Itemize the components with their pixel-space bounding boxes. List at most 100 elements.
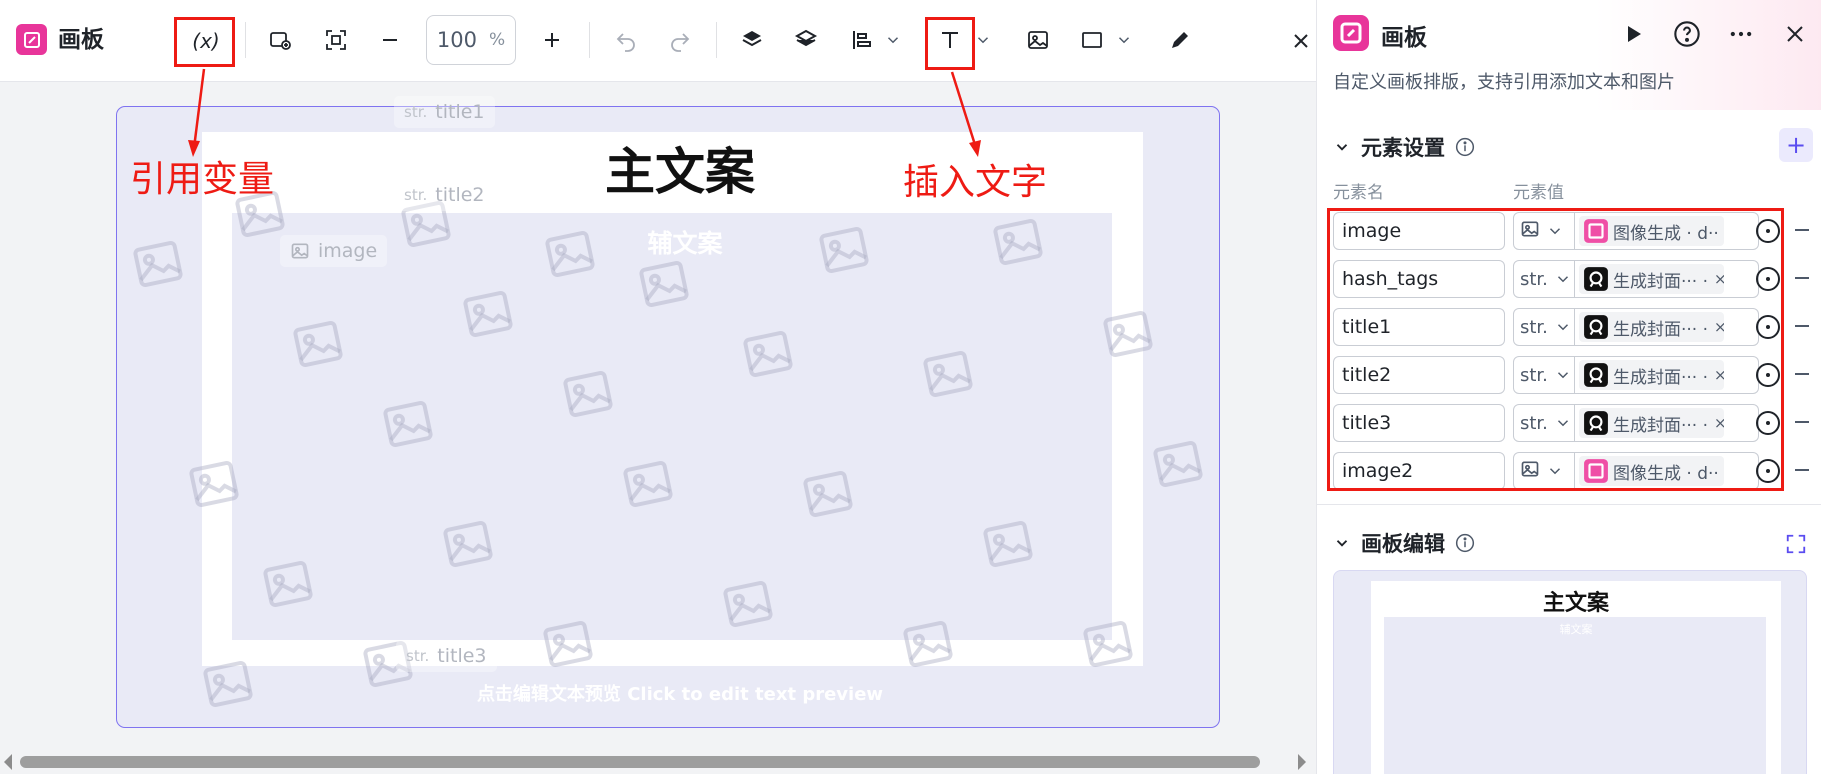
image-placeholder-icon bbox=[130, 240, 186, 288]
more-icon[interactable] bbox=[1727, 20, 1755, 48]
undo-icon[interactable] bbox=[614, 28, 638, 52]
main-copy-text[interactable]: 主文案 bbox=[490, 142, 870, 202]
divider bbox=[1317, 504, 1821, 505]
divider bbox=[589, 22, 590, 58]
image-placeholder-icon bbox=[636, 260, 692, 308]
remove-element-button[interactable] bbox=[1795, 373, 1809, 375]
image-placeholder-icon bbox=[200, 660, 256, 708]
section-title: 画板编辑 bbox=[1361, 532, 1445, 556]
sub-copy-text[interactable]: 辅文案 bbox=[560, 224, 810, 260]
remove-element-button[interactable] bbox=[1795, 421, 1809, 423]
type-label: str. bbox=[406, 647, 430, 665]
image-placeholder-icon bbox=[900, 620, 956, 668]
tag-name: image bbox=[318, 240, 378, 262]
variable-tag-image[interactable]: image bbox=[280, 235, 388, 267]
canvas-editor: 画板 (x) 100 % 主文案 辅文案 str. title1 str. ti… bbox=[0, 0, 1316, 774]
image-placeholder-icon bbox=[800, 470, 856, 518]
chevron-down-icon[interactable] bbox=[884, 30, 902, 50]
element-settings-header[interactable]: 元素设置 bbox=[1333, 132, 1475, 162]
canvas-edit-header[interactable]: 画板编辑 bbox=[1333, 528, 1475, 558]
fit-screen-icon[interactable] bbox=[324, 28, 348, 52]
annotation-insert-text: 插入文字 bbox=[903, 162, 1048, 203]
canvas-mini-preview[interactable]: 主文案 辅文案 bbox=[1333, 570, 1807, 774]
tag-name: title3 bbox=[437, 645, 487, 667]
remove-element-button[interactable] bbox=[1795, 277, 1809, 279]
layer-up-icon[interactable] bbox=[740, 28, 764, 52]
chevron-down-icon[interactable] bbox=[1115, 30, 1133, 50]
image-placeholder-icon bbox=[290, 320, 346, 368]
type-label: str. bbox=[404, 103, 428, 121]
zoom-out-icon[interactable] bbox=[378, 28, 402, 52]
remove-element-button[interactable] bbox=[1795, 469, 1809, 471]
chevron-down-icon[interactable] bbox=[1333, 534, 1351, 552]
image-placeholder-icon bbox=[380, 400, 436, 448]
annotation-box-text bbox=[925, 17, 975, 70]
chevron-down-icon[interactable] bbox=[1333, 138, 1351, 156]
image-placeholder-icon bbox=[1100, 310, 1156, 358]
variable-tag-title2[interactable]: str. title2 bbox=[394, 179, 495, 211]
image-placeholder-icon bbox=[620, 460, 676, 508]
zoom-value: 100 bbox=[436, 28, 477, 52]
info-icon[interactable] bbox=[1455, 137, 1475, 157]
close-panel-icon[interactable] bbox=[1783, 22, 1807, 46]
image-placeholder-icon bbox=[440, 520, 496, 568]
tag-name: title2 bbox=[435, 184, 485, 206]
image-placeholder-icon bbox=[920, 350, 976, 398]
panel-description: 自定义画板排版，支持引用添加文本和图片 bbox=[1333, 72, 1675, 93]
image-icon bbox=[291, 243, 309, 259]
redo-icon[interactable] bbox=[668, 28, 692, 52]
help-icon[interactable] bbox=[1673, 20, 1701, 48]
image-placeholder-icon bbox=[816, 226, 872, 274]
zoom-input[interactable]: 100 % bbox=[426, 15, 516, 65]
remove-element-button[interactable] bbox=[1795, 325, 1809, 327]
mini-image-area bbox=[1384, 617, 1766, 774]
preview-hint-text[interactable]: 点击编辑文本预览 Click to edit text preview bbox=[400, 680, 960, 706]
scroll-left-arrow[interactable] bbox=[4, 754, 12, 770]
pen-tool-icon[interactable] bbox=[1168, 28, 1192, 52]
divider bbox=[716, 22, 717, 58]
image-placeholder-icon bbox=[1150, 440, 1206, 488]
add-element-button[interactable]: + bbox=[1779, 128, 1813, 162]
horizontal-scrollbar[interactable] bbox=[20, 756, 1260, 768]
variable-tag-title1[interactable]: str. title1 bbox=[394, 96, 495, 128]
shape-tool-icon[interactable] bbox=[1080, 28, 1104, 52]
properties-panel: 画板 自定义画板排版，支持引用添加文本和图片 元素设置 元素名 元素值 imag… bbox=[1316, 0, 1821, 774]
image-placeholder-icon bbox=[720, 580, 776, 628]
variable-tag-title3[interactable]: str. title3 bbox=[396, 640, 497, 672]
type-label: str. bbox=[404, 186, 428, 204]
mini-main-copy: 主文案 bbox=[1542, 591, 1609, 616]
scroll-right-arrow[interactable] bbox=[1298, 754, 1306, 770]
remove-element-button[interactable] bbox=[1795, 229, 1809, 231]
image-placeholder-icon bbox=[186, 460, 242, 508]
mini-sub-copy: 辅文案 bbox=[1559, 623, 1593, 636]
image-placeholder-icon bbox=[980, 520, 1036, 568]
panel-title: 画板 bbox=[1381, 25, 1427, 51]
annotation-box-elements bbox=[1327, 208, 1784, 491]
run-icon[interactable] bbox=[1621, 22, 1645, 46]
app-title: 画板 bbox=[58, 27, 104, 53]
align-icon[interactable] bbox=[850, 28, 874, 52]
column-header-name: 元素名 bbox=[1333, 183, 1384, 203]
info-icon[interactable] bbox=[1455, 533, 1475, 553]
zoom-in-icon[interactable] bbox=[540, 28, 564, 52]
expand-icon[interactable] bbox=[1785, 533, 1807, 555]
annotation-box-variable bbox=[174, 17, 235, 67]
layer-down-icon[interactable] bbox=[794, 28, 818, 52]
chevron-down-icon[interactable] bbox=[974, 30, 992, 50]
close-editor-icon[interactable] bbox=[1289, 29, 1313, 53]
column-header-value: 元素值 bbox=[1513, 183, 1564, 203]
image-placeholder-icon bbox=[740, 330, 796, 378]
tag-name: title1 bbox=[435, 101, 485, 123]
image-placeholder-icon bbox=[560, 370, 616, 418]
add-canvas-icon[interactable] bbox=[268, 28, 292, 52]
divider bbox=[245, 22, 246, 58]
image-placeholder-icon bbox=[1080, 620, 1136, 668]
annotation-reference-variable: 引用变量 bbox=[130, 159, 275, 200]
image-tool-icon[interactable] bbox=[1026, 28, 1050, 52]
image-placeholder-icon bbox=[460, 290, 516, 338]
canvas-node-icon bbox=[1333, 15, 1369, 51]
zoom-unit: % bbox=[488, 30, 506, 50]
image-placeholder-icon bbox=[540, 620, 596, 668]
image-placeholder-icon bbox=[260, 560, 316, 608]
canvas-app-icon bbox=[16, 24, 47, 55]
